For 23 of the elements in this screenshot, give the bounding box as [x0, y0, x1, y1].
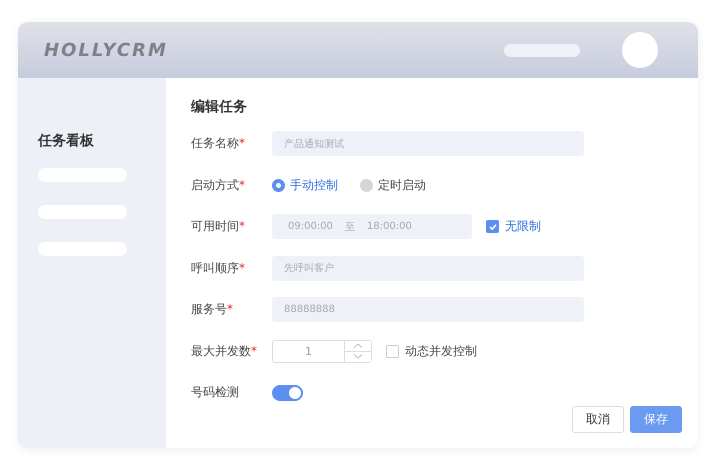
decrement-button[interactable] — [345, 350, 371, 362]
cancel-button[interactable]: 取消 — [572, 406, 624, 432]
form-title: 编辑任务 — [191, 98, 248, 116]
logo: HOLLYCRM — [44, 40, 168, 60]
chevron-down-icon — [353, 354, 363, 360]
field-label: 服务号* — [191, 301, 234, 318]
toggle-switch[interactable] — [272, 384, 303, 401]
checkbox[interactable]: 动态并发控制 — [386, 342, 477, 360]
field-label: 号码检测 — [191, 384, 240, 402]
number-stepper[interactable]: 1 — [272, 340, 372, 363]
field-label: 任务名称* — [191, 135, 246, 152]
sidebar-title[interactable]: 任务看板 — [38, 132, 166, 150]
chevron-up-icon — [353, 343, 363, 348]
save-button[interactable]: 保存 — [630, 406, 682, 432]
field-label: 可用时间* — [191, 218, 246, 236]
checkbox[interactable]: 无限制 — [486, 218, 541, 236]
field-label: 最大并发数* — [191, 342, 258, 360]
radio-option[interactable]: 定时启动 — [360, 176, 426, 194]
radio-option[interactable]: 手动控制 — [272, 176, 338, 194]
avatar[interactable] — [622, 32, 658, 68]
field-label: 启动方式* — [191, 176, 246, 194]
check-icon — [488, 222, 498, 232]
field-label: 呼叫顺序* — [191, 260, 246, 277]
